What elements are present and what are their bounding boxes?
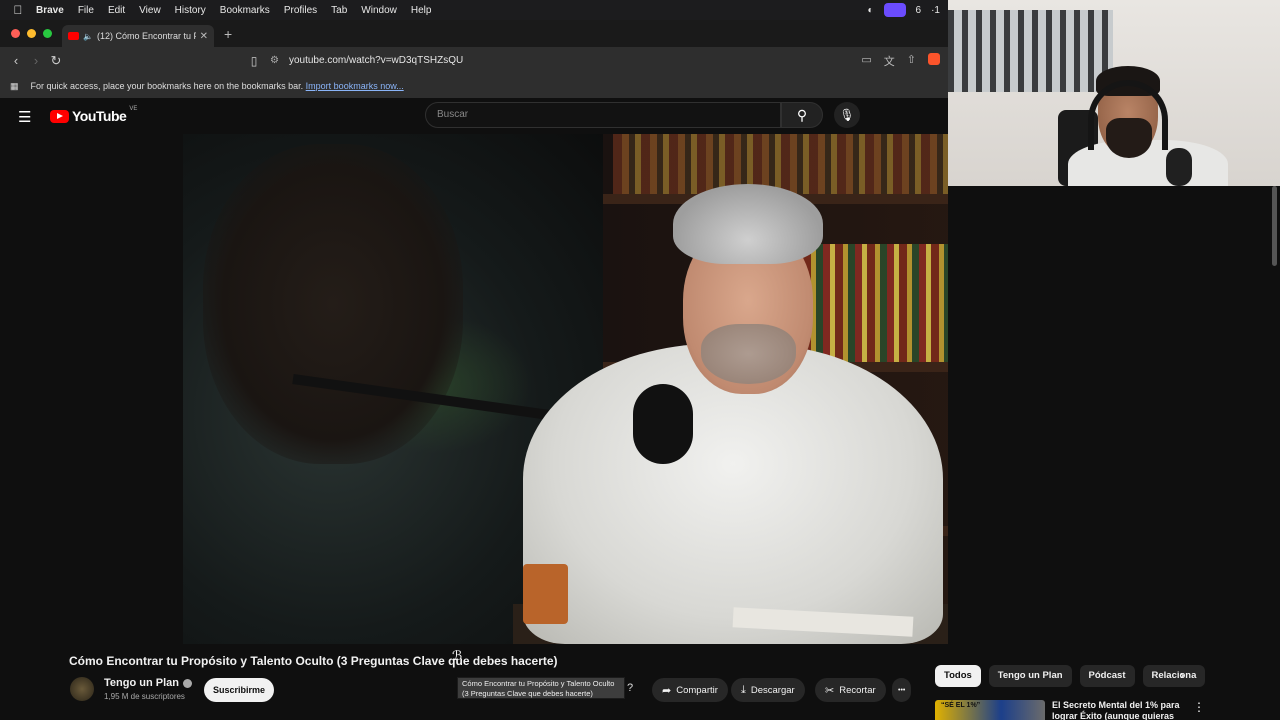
toolbar-actions: ▭ 文 ⇧	[861, 52, 948, 69]
close-window-button[interactable]	[11, 29, 20, 38]
clip-label: Recortar	[839, 684, 876, 696]
browser-chrome: 🔈 (12) Cómo Encontrar tu Pro ✕ + ‹ › ↻ ▯…	[0, 20, 948, 98]
clip-button[interactable]: ✂ Recortar	[815, 678, 886, 702]
recommendation-menu-icon[interactable]: ⋮	[1193, 700, 1205, 714]
country-code: VE	[129, 106, 138, 112]
search-button[interactable]: ⚲	[781, 102, 823, 128]
subscriber-count: 1,95 M de suscriptores	[104, 692, 185, 701]
share-icon: ➦	[662, 684, 672, 697]
browser-tab-active[interactable]: 🔈 (12) Cómo Encontrar tu Pro ✕	[62, 25, 214, 47]
maximize-window-button[interactable]	[43, 29, 52, 38]
video-foreground-head	[203, 144, 463, 464]
share-label: Compartir	[676, 684, 718, 696]
recommendation-thumb-text: “SÉ EL 1%”	[941, 702, 981, 709]
import-bookmarks-link[interactable]: Import bookmarks now...	[306, 81, 404, 91]
youtube-favicon-icon	[68, 32, 79, 40]
translate-icon[interactable]: 文	[884, 53, 895, 69]
youtube-wordmark: YouTube	[72, 108, 127, 124]
menu-app-brave[interactable]: Brave	[36, 5, 64, 16]
menu-bookmarks[interactable]: Bookmarks	[220, 5, 270, 16]
new-tab-button[interactable]: +	[224, 26, 232, 42]
search-icon: ⚲	[796, 107, 808, 123]
tab-close-icon[interactable]: ✕	[200, 31, 208, 42]
share-button[interactable]: ➦ Compartir	[652, 678, 728, 702]
download-label: Descargar	[750, 684, 795, 696]
status-extra: ·1	[931, 4, 940, 16]
menu-view[interactable]: View	[139, 5, 161, 16]
youtube-header: ☰ YouTube VE Buscar ⚲ 🎙	[0, 98, 948, 134]
more-icon: •••	[898, 686, 906, 694]
minimize-window-button[interactable]	[27, 29, 36, 38]
video-speaker	[523, 184, 943, 644]
control-center-icon[interactable]: ◐	[867, 5, 873, 16]
menu-history[interactable]: History	[175, 5, 206, 16]
secondary-column	[948, 186, 1280, 720]
youtube-logo[interactable]: YouTube VE	[50, 106, 138, 124]
webcam-window	[948, 10, 1113, 92]
site-settings-icon[interactable]: ⚙	[270, 55, 279, 66]
status-count: 6	[915, 4, 922, 16]
speaker-icon[interactable]: 🔈	[83, 32, 93, 41]
menu-tab[interactable]: Tab	[331, 5, 347, 16]
text-cursor-icon: ℬ	[452, 648, 463, 663]
download-button[interactable]: ⤓ Descargar	[731, 678, 805, 702]
video-title: Cómo Encontrar tu Propósito y Talento Oc…	[69, 654, 558, 668]
apple-icon[interactable]: 	[0, 3, 36, 17]
menu-window[interactable]: Window	[361, 5, 397, 16]
search-input[interactable]: Buscar	[425, 102, 781, 128]
webcam-microphone	[1166, 148, 1192, 186]
cast-icon[interactable]: ▭	[861, 53, 871, 69]
address-bar[interactable]: ⚙ youtube.com/watch?v=wD3qTSHZsQU	[264, 50, 861, 72]
channel-name-row[interactable]: Tengo un Plan	[104, 677, 192, 689]
url-text[interactable]: youtube.com/watch?v=wD3qTSHZsQU	[289, 55, 463, 66]
more-actions-button[interactable]: •••	[892, 678, 912, 702]
brave-shields-icon[interactable]	[928, 52, 940, 65]
page-scrollbar[interactable]	[1272, 186, 1277, 266]
apps-grid-icon[interactable]: ▦	[10, 81, 19, 92]
bookmark-icon[interactable]: ▯	[244, 54, 264, 68]
subscribe-button[interactable]: Suscribirme	[204, 678, 274, 702]
browser-toolbar: ‹ › ↻ ▯ ⚙ youtube.com/watch?v=wD3qTSHZsQ…	[0, 47, 948, 74]
scissors-icon: ✂	[825, 684, 835, 697]
channel-name[interactable]: Tengo un Plan	[104, 677, 179, 689]
title-tooltip: Cómo Encontrar tu Propósito y Talento Oc…	[457, 677, 625, 699]
share-page-icon[interactable]: ⇧	[907, 53, 916, 69]
related-filter-chips: Todos Tengo un Plan Pódcast Relaciona	[935, 665, 1206, 687]
video-mug	[523, 564, 568, 624]
back-button[interactable]: ‹	[6, 53, 26, 68]
chip-todos[interactable]: Todos	[935, 665, 981, 687]
recommendation-title[interactable]: El Secreto Mental del 1% para lograr Éxi…	[1052, 700, 1182, 720]
menu-file[interactable]: File	[78, 5, 94, 16]
bookmarks-bar: ▦ For quick access, place your bookmarks…	[0, 74, 948, 98]
webcam-overlay	[948, 0, 1280, 186]
screen-record-icon[interactable]	[883, 3, 906, 17]
tooltip-trailing-glyph: ?	[627, 682, 634, 694]
menubar-status: ◐ 6 ·1	[867, 0, 940, 20]
menu-edit[interactable]: Edit	[108, 5, 125, 16]
youtube-play-logo-icon	[50, 109, 69, 123]
menu-hamburger-icon[interactable]: ☰	[18, 108, 34, 126]
recommendation-thumbnail[interactable]: “SÉ EL 1%”	[935, 700, 1045, 720]
download-icon: ⤓	[741, 683, 746, 696]
verified-icon	[182, 678, 192, 688]
reload-button[interactable]: ↻	[46, 53, 66, 69]
chip-tengo-un-plan[interactable]: Tengo un Plan	[988, 665, 1072, 687]
chip-podcast[interactable]: Pódcast	[1079, 665, 1135, 687]
chip-relacionados[interactable]: Relaciona	[1142, 665, 1206, 687]
webcam-headset	[1088, 80, 1168, 150]
video-microphone	[633, 384, 693, 464]
channel-avatar[interactable]	[70, 677, 94, 701]
bookmarks-hint: For quick access, place your bookmarks h…	[30, 81, 304, 91]
chips-next-icon[interactable]: ›	[1180, 668, 1184, 682]
forward-button[interactable]: ›	[26, 53, 46, 68]
tab-strip: 🔈 (12) Cómo Encontrar tu Pro ✕ +	[0, 20, 948, 47]
voice-search-button[interactable]: 🎙	[834, 102, 860, 128]
tab-title: (12) Cómo Encontrar tu Pro	[96, 31, 196, 41]
menu-profiles[interactable]: Profiles	[284, 5, 317, 16]
menu-help[interactable]: Help	[411, 5, 432, 16]
microphone-icon: 🎙	[839, 108, 855, 122]
window-controls	[0, 29, 62, 38]
